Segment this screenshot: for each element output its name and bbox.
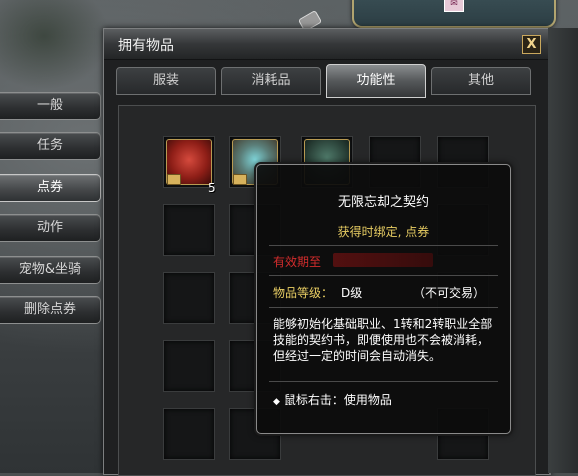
category-cash[interactable]: 点券 [0, 174, 101, 202]
tab-bar: 服装 消耗品 功能性 其他 [116, 64, 536, 99]
tooltip-divider [269, 245, 498, 246]
window-title: 拥有物品 [118, 38, 174, 54]
tooltip-description: 能够初始化基础职业、1转和2转职业全部技能的契约书，即便使用也不会被消耗，但经过… [273, 317, 493, 363]
inventory-slot[interactable] [163, 272, 215, 324]
tooltip-action-hint: ◆ 鼠标右击：使用物品 [273, 391, 392, 408]
side-panel-edge [548, 28, 578, 473]
inventory-slot[interactable] [163, 408, 215, 460]
minimap-marker-icon: ✉ [444, 0, 464, 12]
inventory-slot[interactable] [163, 340, 215, 392]
tooltip-expiry-label: 有效期至 [273, 255, 322, 269]
tooltip-divider [269, 275, 498, 276]
lock-icon [233, 174, 247, 185]
category-quest[interactable]: 任务 [0, 132, 101, 160]
tooltip-action-text: 鼠标右击：使用物品 [283, 393, 392, 407]
lock-icon [167, 174, 181, 185]
bullet-icon: ◆ [273, 397, 280, 407]
tab-other[interactable]: 其他 [431, 67, 531, 95]
close-button[interactable]: X [522, 35, 541, 54]
tab-clothing[interactable]: 服装 [116, 67, 216, 95]
tab-consumables[interactable]: 消耗品 [221, 67, 321, 95]
tooltip-expiry-redacted [333, 253, 433, 267]
inventory-slot[interactable]: 5 [163, 136, 216, 195]
category-general[interactable]: 一般 [0, 92, 101, 120]
tooltip-grade-label: 物品等级： [273, 286, 334, 300]
stack-count: 5 [208, 181, 216, 195]
category-delete-cash[interactable]: 删除点券 [0, 296, 101, 324]
background-trees [0, 0, 110, 90]
inventory-slot[interactable] [163, 204, 215, 256]
category-pet-mount[interactable]: 宠物&坐骑 [0, 256, 101, 284]
tab-functional[interactable]: 功能性 [326, 64, 426, 98]
tooltip-grade-value: D级 [341, 286, 363, 300]
minimap[interactable]: ✉ [352, 0, 556, 28]
tooltip-item-name: 无限忘却之契约 [337, 195, 429, 210]
tooltip-bind-info: 获得时绑定, 点券 [337, 225, 430, 239]
tooltip-trade-status: （不可交易） [413, 286, 486, 300]
title-bar[interactable]: 拥有物品 X [104, 29, 549, 60]
tooltip-divider [269, 381, 498, 382]
category-emote[interactable]: 动作 [0, 214, 101, 242]
tooltip-divider [269, 307, 498, 308]
item-tooltip: 无限忘却之契约 获得时绑定, 点券 有效期至 物品等级： D级 （不可交易） 能… [256, 164, 511, 434]
